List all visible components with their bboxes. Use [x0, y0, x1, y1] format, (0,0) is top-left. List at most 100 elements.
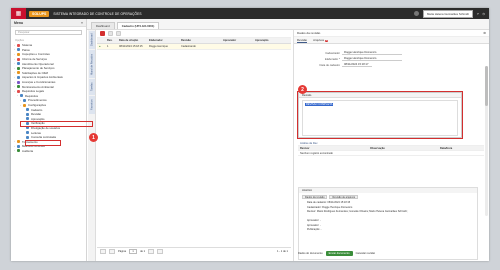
prev-page-button[interactable]	[109, 249, 115, 254]
menu-search-input[interactable]: Pesquisar	[15, 30, 82, 35]
detail-scrollbar[interactable]	[485, 66, 488, 216]
file-icon	[26, 108, 29, 112]
value-cadastrador: Rogge Henrique Domenico	[342, 51, 402, 55]
chevron-right-icon[interactable]: ›	[14, 67, 16, 70]
chevron-right-icon[interactable]: ›	[14, 81, 16, 84]
side-tab-mural[interactable]: Mural de Recados	[89, 50, 95, 78]
menu-item-label: Informa de Serviços	[22, 57, 47, 62]
folder-icon	[20, 94, 23, 98]
add-button[interactable]	[100, 31, 105, 36]
tab-revision[interactable]: Revisão	[297, 38, 308, 43]
col-observacao: Observação	[370, 146, 385, 150]
table-row[interactable]: ● 1 08/11/2024 15:18:15 Rogge Henrique C…	[97, 44, 291, 50]
history-files-button[interactable]: Revisão de arquivos	[329, 195, 359, 199]
chevron-right-icon[interactable]: ›	[14, 53, 16, 56]
col-approval[interactable]: Aprovação	[253, 39, 283, 42]
step-marker-1: 1	[89, 133, 98, 142]
user-menu[interactable]: Maria Helena Guimarães Schmidt	[422, 9, 473, 18]
chevron-right-icon[interactable]: ›	[14, 71, 16, 74]
col-created[interactable]: Data de criação	[117, 39, 147, 42]
grid-icon[interactable]: ▦	[11, 8, 26, 19]
logout-icon[interactable]: ⏻	[483, 12, 485, 16]
side-tab-favoritos[interactable]: Favoritos	[89, 96, 95, 114]
chevron-right-icon[interactable]: ›	[14, 90, 16, 93]
title-bar: ▦ SOLUPS SISTEMA INTEGRADO DE CONTROLE D…	[11, 8, 489, 19]
chevron-right-icon[interactable]: ›	[14, 48, 16, 51]
page-input[interactable]: 1	[129, 249, 138, 254]
chevron-right-icon[interactable]: ›	[14, 62, 16, 65]
menu-item-label: Inspeções e Controles	[22, 52, 50, 57]
detail-title: Dados da revisão	[297, 31, 321, 35]
folder-icon	[17, 43, 20, 47]
analysis-empty: Nenhum registro encontrado	[298, 151, 484, 156]
chevron-right-icon[interactable]: ›	[14, 58, 16, 61]
last-page-button[interactable]	[157, 249, 164, 254]
scroll-thumb[interactable]	[485, 66, 488, 106]
chevron-right-icon[interactable]: ›	[14, 44, 16, 47]
chevron-right-icon[interactable]: ›	[20, 104, 22, 107]
folder-icon	[17, 75, 20, 79]
menu-item-label: Consulta controlada	[31, 135, 56, 140]
folder-icon	[17, 57, 20, 61]
cell-author: Rogge Henrique	[149, 45, 168, 48]
chevron-right-icon[interactable]: ›	[20, 99, 22, 102]
label-date: Data de cadastro	[319, 63, 340, 67]
chevron-right-icon[interactable]: ›	[17, 94, 19, 97]
elaborador-select[interactable]: Rogge Henrique Domenico	[342, 57, 402, 61]
chevron-right-icon[interactable]: ›	[14, 145, 16, 148]
help-icon[interactable]: ?	[477, 12, 479, 16]
cell-revision: Cadastrando	[181, 45, 196, 48]
file-icon	[26, 112, 29, 116]
col-revisor: Revisor	[300, 146, 310, 150]
tab-strip: Dashboard Cadastro (UP4-GO-0001)	[87, 19, 489, 30]
side-tab-dashboard[interactable]: Dashboard	[89, 31, 95, 49]
gear-icon[interactable]: ⚙	[483, 31, 486, 35]
refresh-button[interactable]	[108, 31, 113, 36]
side-tab-tarefas[interactable]: Tarefas	[89, 79, 95, 95]
next-page-button[interactable]	[148, 249, 155, 254]
folder-icon	[17, 80, 20, 84]
chevron-right-icon[interactable]: ›	[14, 76, 16, 79]
history-revision-button[interactable]: Dados da revisão	[302, 195, 328, 199]
send-document-button[interactable]: Enviar documento	[325, 251, 353, 256]
col-revision[interactable]: Revisão	[179, 39, 221, 42]
col-rev[interactable]: Rev.	[105, 39, 117, 42]
collapse-icon[interactable]: «	[81, 21, 83, 25]
menu-header: Menu «	[11, 19, 86, 27]
back-to-document-button[interactable]: Dados do documento	[298, 252, 323, 255]
cancel-revision-button[interactable]: Cancelar revisão	[356, 252, 375, 255]
menu-item-label: Sistema	[22, 43, 33, 48]
revision-list: Rev. Data de criação Elaborador Revisão …	[97, 30, 291, 261]
chevron-right-icon[interactable]: ›	[14, 149, 16, 152]
menu-item-label: Requisitos	[25, 93, 39, 98]
tab-dashboard[interactable]: Dashboard	[91, 22, 115, 29]
files-badge: 0	[325, 40, 329, 42]
file-icon	[26, 131, 29, 135]
step-marker-2: 2	[298, 85, 307, 94]
notification-icon[interactable]	[413, 11, 419, 16]
folder-icon	[17, 62, 20, 66]
first-page-button[interactable]	[100, 249, 106, 254]
folder-icon	[17, 66, 20, 70]
chevron-right-icon[interactable]: ›	[14, 140, 16, 143]
col-author[interactable]: Elaborador	[147, 39, 179, 42]
menu-item-label: Leituras	[31, 130, 41, 135]
chevron-right-icon[interactable]: ›	[14, 85, 16, 88]
menu-item[interactable]: › Auditoria	[11, 149, 86, 154]
filter-button[interactable]	[116, 31, 121, 36]
folder-icon	[17, 89, 20, 93]
col-approver[interactable]: Aprovador	[221, 39, 253, 42]
folder-icon	[17, 149, 20, 153]
label-cadastrador: Cadastrador	[325, 51, 340, 55]
file-icon	[26, 117, 29, 121]
file-icon	[26, 135, 29, 139]
analysis-section: Análise da Rev. Revisor Observação Data/…	[298, 141, 484, 156]
tab-files[interactable]: Arquivos 0	[313, 38, 329, 42]
tab-cadastro[interactable]: Cadastro (UP4-GO-0001)	[116, 22, 160, 29]
folder-icon	[17, 140, 20, 144]
history-line: Publicação: -	[307, 228, 322, 231]
app-logo: SOLUPS	[29, 10, 50, 17]
check-icon[interactable]: ●	[97, 45, 105, 48]
menu-item-label: Revisão	[31, 112, 42, 117]
side-tabs: Dashboard Mural de Recados Tarefas Favor…	[88, 30, 96, 261]
